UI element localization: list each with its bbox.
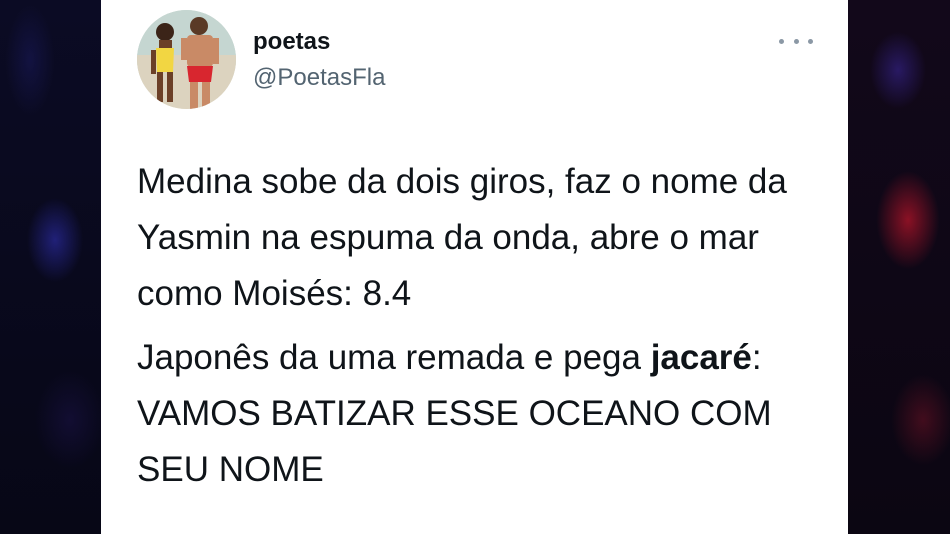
more-horizontal-icon xyxy=(779,38,784,44)
tweet-text: Medina sobe da dois giros, faz o nome da… xyxy=(137,154,827,498)
tweet-paragraph-2-bold: jacaré xyxy=(650,338,752,377)
more-horizontal-icon-dot xyxy=(808,38,813,44)
tweet-paragraph-2-lead: Japonês da uma remada e pega xyxy=(137,338,651,377)
tweet-paragraph-1: Medina sobe da dois giros, faz o nome da… xyxy=(137,162,787,313)
more-options-button[interactable] xyxy=(779,30,813,52)
more-horizontal-icon-dot xyxy=(793,38,799,44)
tweet-card: poetas @PoetasFla Medina sobe da dois gi… xyxy=(101,0,848,534)
avatar[interactable] xyxy=(137,10,236,109)
author-handle[interactable]: @PoetasFla xyxy=(253,64,385,92)
avatar-photo xyxy=(137,10,236,109)
author-display-name[interactable]: poetas xyxy=(253,28,330,56)
backdrop-right xyxy=(848,0,950,534)
backdrop-left xyxy=(0,0,101,534)
tweet-paragraph-2: Japonês da uma remada e pega jacaré: VAM… xyxy=(137,330,827,498)
